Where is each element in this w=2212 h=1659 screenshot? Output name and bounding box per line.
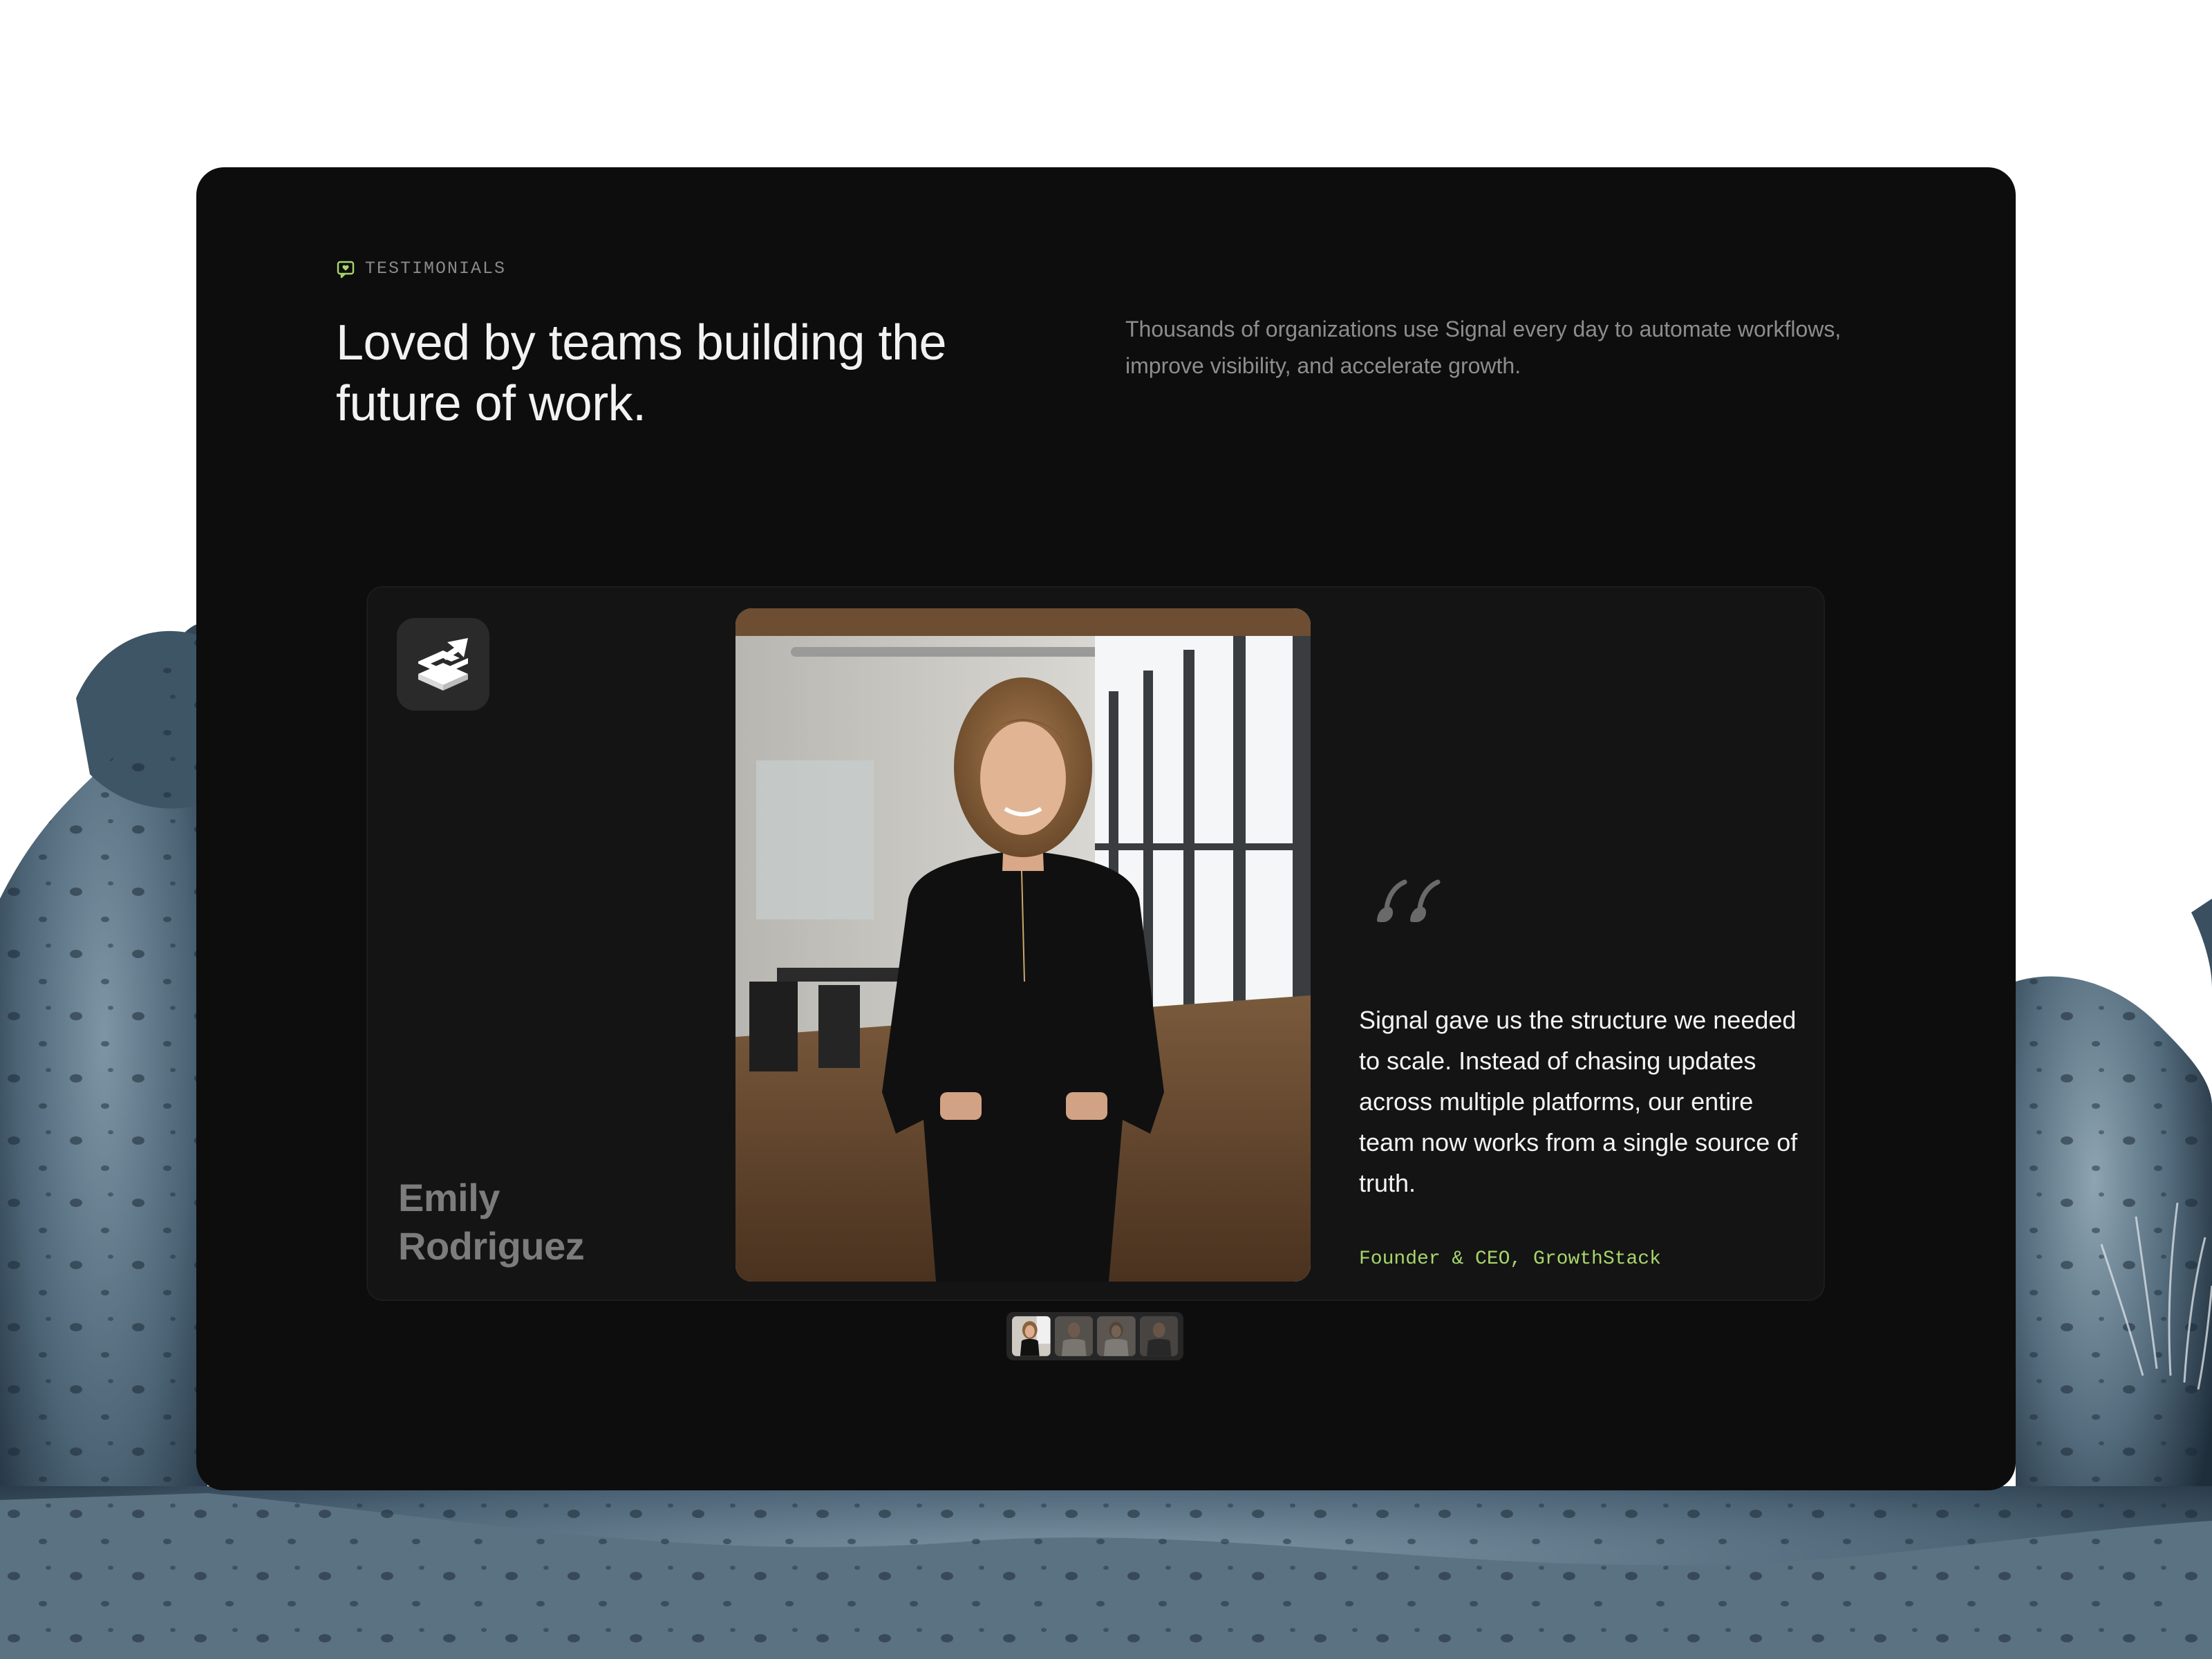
growthstack-logo-icon: [418, 638, 468, 691]
person-name: Emily Rodriguez: [398, 1176, 585, 1268]
section-intro: Thousands of organizations use Signal ev…: [1125, 317, 1841, 378]
chat-heart-icon: [337, 261, 355, 278]
testimonial-thumb-2[interactable]: [1054, 1316, 1093, 1356]
person-role: Founder & CEO, GrowthStack: [1359, 1248, 1661, 1270]
testimonial-quote: Signal gave us the structure we needed t…: [1359, 1006, 1798, 1197]
section-eyebrow: TESTIMONIALS: [336, 259, 506, 279]
testimonials-section: TESTIMONIALS Loved by teams building the…: [196, 167, 2016, 1490]
testimonial-card: Emily Rodriguez Signal gave us the struc…: [366, 586, 1825, 1301]
testimonial-carousel-nav: [1006, 1312, 1183, 1360]
testimonial-thumb-1[interactable]: [1012, 1316, 1051, 1356]
section-headline: Loved by teams building the future of wo…: [336, 315, 947, 431]
page: TESTIMONIALS Loved by teams building the…: [0, 0, 2212, 1659]
testimonial-thumb-4[interactable]: [1139, 1316, 1178, 1356]
testimonial-photo: [735, 608, 1311, 1282]
section-eyebrow-label: TESTIMONIALS: [365, 259, 507, 279]
quote-icon: [1370, 872, 1446, 935]
company-logo: [397, 618, 489, 711]
testimonial-thumb-3[interactable]: [1097, 1316, 1136, 1356]
